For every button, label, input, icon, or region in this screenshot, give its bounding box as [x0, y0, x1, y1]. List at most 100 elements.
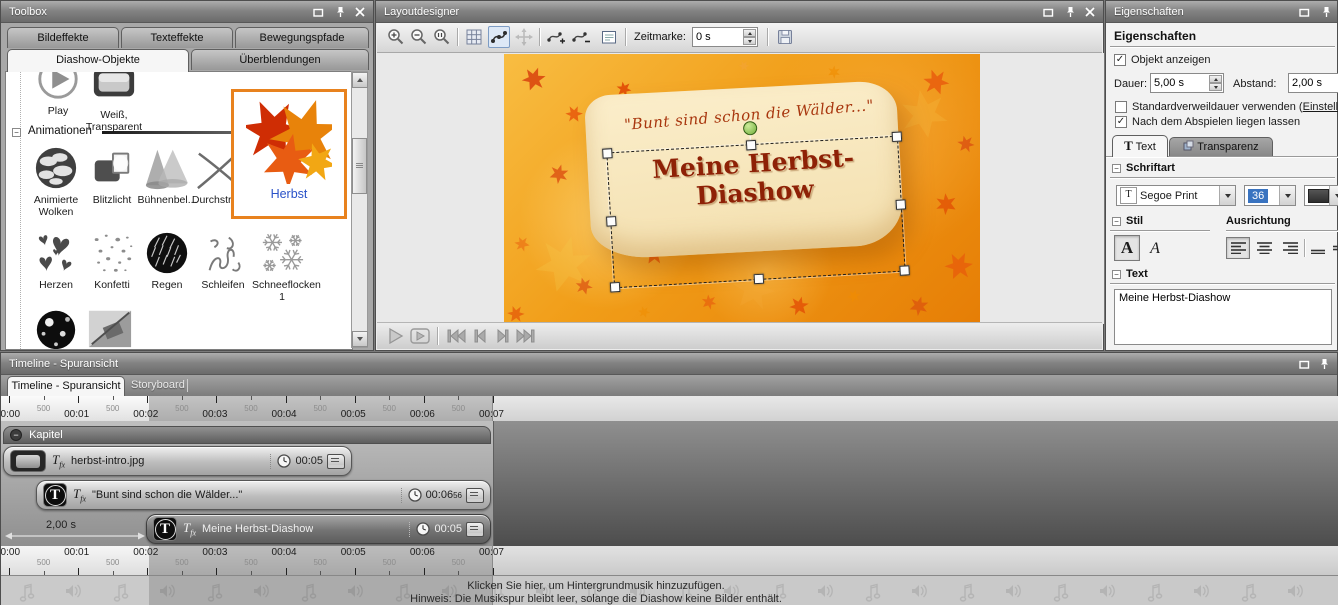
- toolbox-item-schleifen[interactable]: Schleifen: [197, 230, 249, 279]
- valign-bottom-icon[interactable]: [1308, 237, 1328, 259]
- abstand-input[interactable]: [1288, 73, 1338, 93]
- toolbox-item-schneeflocken-1[interactable]: Schneeflocken 1: [256, 230, 308, 279]
- text-field-icon[interactable]: [598, 26, 620, 48]
- scroll-down-icon[interactable]: [352, 331, 368, 347]
- designer-canvas[interactable]: "Bunt sind schon die Wälder..." Meine He…: [377, 53, 1104, 324]
- bold-button[interactable]: A: [1114, 235, 1140, 261]
- tab-storyboard[interactable]: Storyboard: [131, 379, 185, 391]
- font-size-select[interactable]: 36: [1244, 185, 1296, 206]
- toolbox-scrollbar[interactable]: [351, 71, 368, 348]
- align-left-icon[interactable]: [1226, 237, 1250, 259]
- collapse-animationen-icon[interactable]: −: [12, 128, 21, 137]
- kapitel-header[interactable]: − Kapitel: [3, 426, 491, 444]
- track-item-herbst-intro[interactable]: Tfx herbst-intro.jpg 00:05: [3, 446, 352, 476]
- close-icon[interactable]: [353, 5, 367, 19]
- toolbox-item-image-collage[interactable]: [84, 305, 136, 350]
- close-icon[interactable]: [1083, 5, 1097, 19]
- tab-transparenz[interactable]: Transparenz: [1169, 137, 1273, 157]
- selection-handle-e[interactable]: [896, 199, 907, 210]
- tab-text[interactable]: T Text: [1112, 135, 1168, 157]
- collapse-kapitel-icon[interactable]: −: [10, 429, 22, 441]
- minimize-icon[interactable]: [1297, 5, 1311, 19]
- zoom-out-icon[interactable]: [408, 26, 430, 48]
- text-content-textarea[interactable]: Meine Herbst-Diashow: [1114, 289, 1332, 345]
- tab-bildeffekte[interactable]: Bildeffekte: [7, 27, 119, 48]
- pin-icon[interactable]: [1317, 357, 1331, 371]
- manual-advance-icon[interactable]: [327, 454, 345, 469]
- minimize-icon[interactable]: [1297, 357, 1311, 371]
- move-path-icon[interactable]: [513, 26, 535, 48]
- toolbox-item-buehnenbeleuchtung[interactable]: Bühnenbel...: [141, 145, 193, 194]
- toolbox-item-play[interactable]: Play: [32, 71, 84, 105]
- minimize-icon[interactable]: [311, 5, 325, 19]
- selection-handle-ne[interactable]: [892, 131, 903, 142]
- selection-handle-s[interactable]: [754, 274, 765, 285]
- timeline-ruler-top[interactable]: 00:0050000:0150000:0250000:0350000:04500…: [1, 396, 1338, 421]
- minimize-icon[interactable]: [1041, 5, 1055, 19]
- align-center-icon[interactable]: [1252, 237, 1276, 259]
- toolbox-item-herzen[interactable]: Herzen: [30, 230, 82, 279]
- collapse-schriftart-icon[interactable]: −: [1112, 164, 1121, 173]
- add-path-point-icon[interactable]: [545, 26, 567, 48]
- pin-icon[interactable]: [1319, 5, 1333, 19]
- toolbox-item-weiss-transparent[interactable]: Weiß, Transparent: [88, 71, 140, 109]
- toolbox-item-herbst[interactable]: Herbst: [231, 89, 347, 219]
- selection-box[interactable]: [606, 136, 905, 289]
- timeline-ruler-bottom[interactable]: 00:0050000:0150000:0250000:0350000:04500…: [1, 546, 1338, 575]
- manual-advance-icon[interactable]: [466, 522, 484, 537]
- font-color-select[interactable]: [1304, 185, 1338, 206]
- pin-icon[interactable]: [1063, 5, 1077, 19]
- skip-to-start-icon[interactable]: [445, 325, 467, 347]
- liegen-lassen-checkbox[interactable]: ✓: [1115, 116, 1127, 128]
- zoom-original-icon[interactable]: [431, 26, 453, 48]
- manual-advance-icon[interactable]: [466, 488, 484, 503]
- dauer-input[interactable]: [1150, 73, 1224, 93]
- tab-bewegungspfade[interactable]: Bewegungspfade: [235, 27, 369, 48]
- align-right-icon[interactable]: [1278, 237, 1302, 259]
- toolbox-item-animierte-wolken[interactable]: Animierte Wolken: [30, 145, 82, 194]
- toolbox-item-konfetti[interactable]: Konfetti: [86, 230, 138, 279]
- dauer-spinner[interactable]: [1209, 75, 1222, 91]
- toolbox-item-blitzlicht[interactable]: Blitzlicht: [86, 145, 138, 194]
- tab-ueberblendungen[interactable]: Überblendungen: [191, 49, 369, 70]
- tab-timeline-spuransicht[interactable]: Timeline - Spuransicht: [7, 376, 125, 396]
- previous-icon[interactable]: [469, 325, 491, 347]
- einstellungen-link[interactable]: Einstellu: [1303, 101, 1338, 113]
- liegen-lassen-label: Nach dem Abspielen liegen lassen: [1132, 116, 1300, 128]
- skip-to-end-icon[interactable]: [515, 325, 537, 347]
- selection-handle-se[interactable]: [899, 265, 910, 276]
- font-family-select[interactable]: T Segoe Print: [1116, 185, 1236, 206]
- toolbox-item-dark-sphere[interactable]: [30, 305, 82, 350]
- scroll-up-icon[interactable]: [352, 72, 368, 88]
- objekt-anzeigen-checkbox[interactable]: ✓: [1114, 54, 1126, 66]
- next-icon[interactable]: [492, 325, 514, 347]
- tab-diashow-objekte[interactable]: Diashow-Objekte: [7, 49, 189, 72]
- zoom-in-icon[interactable]: [385, 26, 407, 48]
- empty-track-area[interactable]: [493, 421, 1338, 546]
- save-icon[interactable]: [774, 26, 796, 48]
- collapse-stil-icon[interactable]: −: [1112, 217, 1121, 226]
- standardverweildauer-checkbox[interactable]: [1115, 101, 1127, 113]
- selection-handle-n[interactable]: [746, 140, 757, 151]
- slide-preview[interactable]: "Bunt sind schon die Wälder..." Meine He…: [504, 54, 980, 322]
- italic-button[interactable]: A: [1144, 237, 1166, 261]
- toolbox-item-regen[interactable]: Regen: [141, 230, 193, 279]
- selection-handle-w[interactable]: [606, 216, 617, 227]
- music-track[interactable]: Klicken Sie hier, um Hintergrundmusik hi…: [1, 575, 1338, 605]
- selection-handle-nw[interactable]: [602, 148, 613, 159]
- play-icon[interactable]: [385, 325, 407, 347]
- tab-texteffekte[interactable]: Texteffekte: [121, 27, 233, 48]
- collapse-text-icon[interactable]: −: [1112, 270, 1121, 279]
- valign-center-icon[interactable]: [1330, 237, 1338, 259]
- scroll-thumb[interactable]: [352, 138, 367, 194]
- track-item-title-text[interactable]: T Tfx Meine Herbst-Diashow 00:05: [146, 514, 491, 544]
- selection-handle-sw[interactable]: [610, 282, 621, 293]
- show-path-icon[interactable]: [488, 26, 510, 48]
- pin-icon[interactable]: [333, 5, 347, 19]
- remove-path-point-icon[interactable]: [570, 26, 592, 48]
- track-item-quote-text[interactable]: T Tfx "Bunt sind schon die Wälder..." 00…: [36, 480, 491, 510]
- play-fullscreen-icon[interactable]: [409, 325, 431, 347]
- grid-icon[interactable]: [463, 26, 485, 48]
- zeitmarke-spinner[interactable]: [743, 29, 756, 45]
- zeitmarke-input[interactable]: [692, 27, 758, 47]
